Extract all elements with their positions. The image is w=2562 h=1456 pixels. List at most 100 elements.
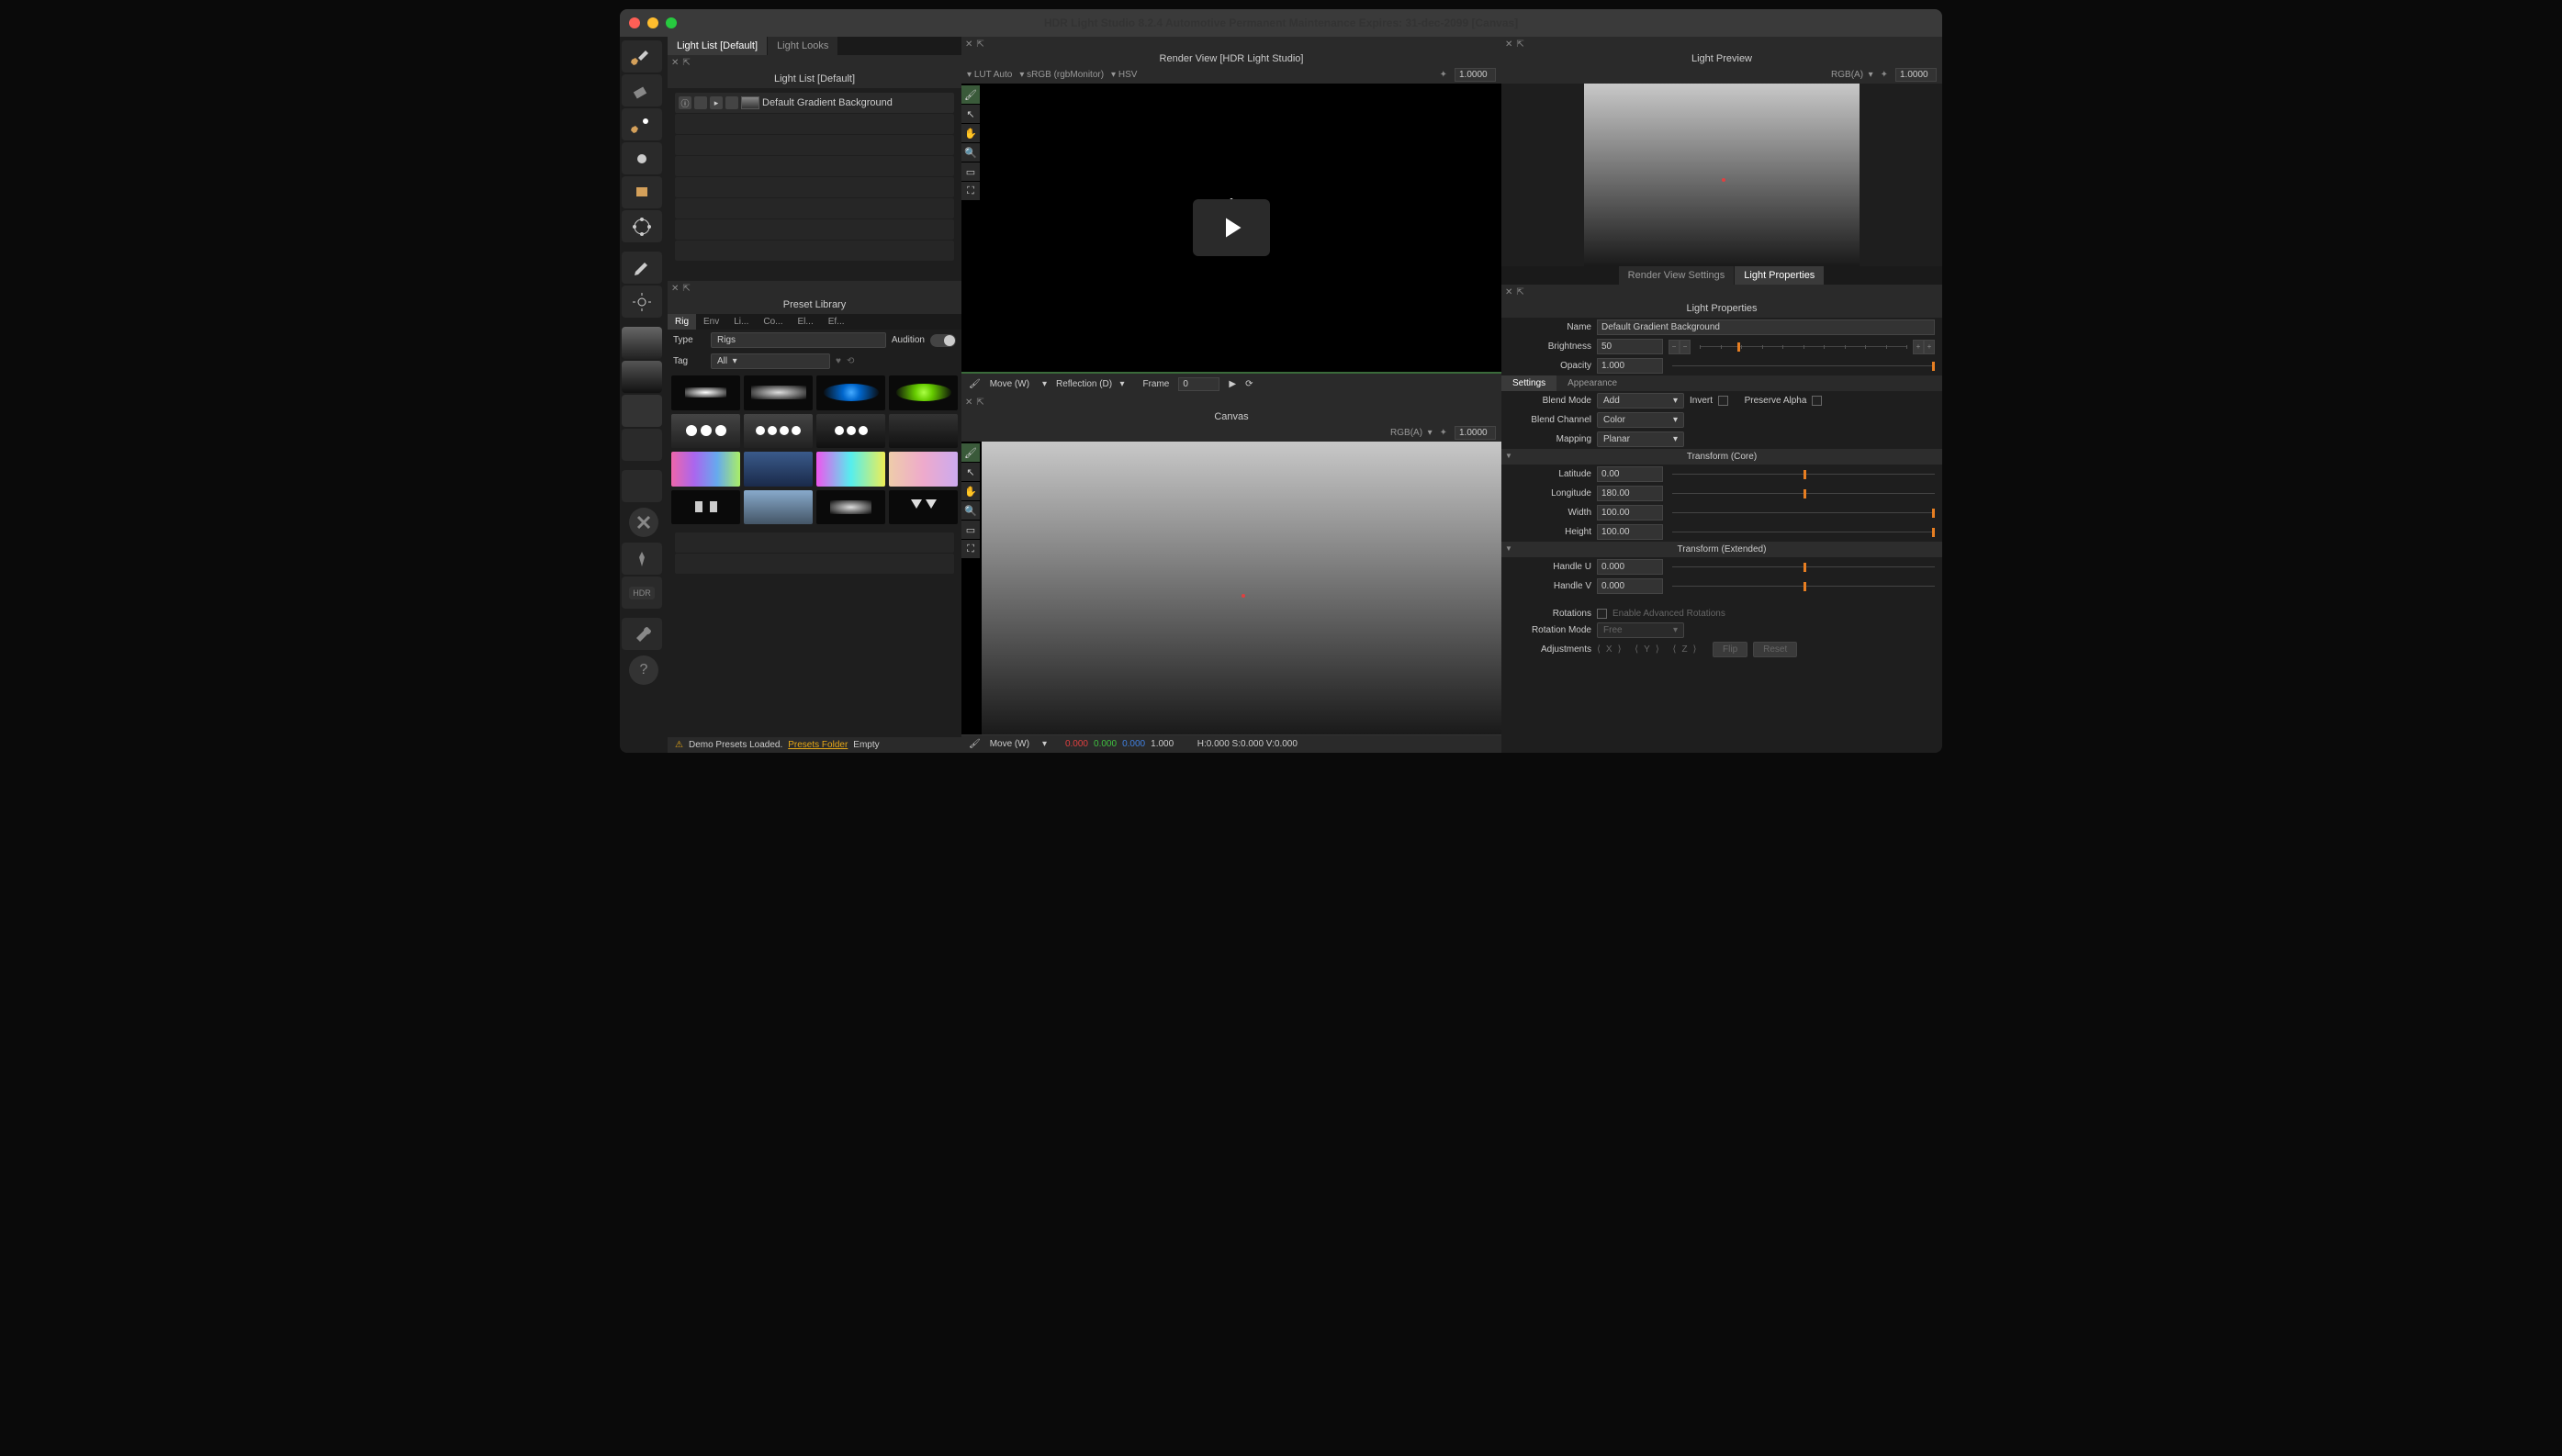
transform-tool[interactable] bbox=[622, 210, 662, 242]
cursor-icon[interactable]: ↖ bbox=[961, 105, 980, 123]
adj-z-next[interactable]: ⟩ bbox=[1693, 644, 1697, 655]
width-slider[interactable] bbox=[1672, 508, 1935, 519]
blend-mode-dropdown[interactable]: Add▾ bbox=[1597, 393, 1684, 409]
preset-tab-rig[interactable]: Rig bbox=[668, 314, 696, 330]
empty-row[interactable] bbox=[675, 114, 954, 134]
hand-icon[interactable]: ✋ bbox=[961, 482, 980, 500]
canvas-exposure-input[interactable] bbox=[1455, 426, 1496, 440]
preset-item[interactable] bbox=[889, 375, 958, 410]
mapping-dropdown[interactable]: Planar▾ bbox=[1597, 431, 1684, 447]
preset-item[interactable] bbox=[816, 375, 885, 410]
move-light-tool[interactable] bbox=[622, 108, 662, 140]
clone-tool[interactable] bbox=[622, 142, 662, 174]
popout-icon[interactable]: ⇱ bbox=[1516, 287, 1523, 297]
preset-item[interactable] bbox=[671, 414, 740, 449]
section-transform-ext[interactable]: Transform (Extended) bbox=[1501, 542, 1942, 557]
hdr-badge[interactable]: HDR bbox=[622, 577, 662, 609]
empty-row[interactable] bbox=[675, 241, 954, 261]
height-slider[interactable] bbox=[1672, 527, 1935, 538]
move-mode-dropdown[interactable]: Move (W) ▾ bbox=[990, 739, 1047, 749]
empty-slot[interactable] bbox=[675, 532, 954, 553]
popout-icon[interactable]: ⇱ bbox=[682, 58, 690, 68]
thumb-4[interactable] bbox=[622, 429, 662, 461]
tab-light-properties[interactable]: Light Properties bbox=[1735, 266, 1825, 285]
close-icon[interactable]: ✕ bbox=[1505, 39, 1512, 50]
maximize-button[interactable] bbox=[666, 17, 677, 28]
brightness-plus2[interactable]: + bbox=[1924, 340, 1935, 354]
type-dropdown[interactable]: Rigs bbox=[711, 332, 886, 348]
adj-x-next[interactable]: ⟩ bbox=[1618, 644, 1622, 655]
zoom-icon[interactable]: 🔍 bbox=[961, 143, 980, 162]
preset-tab-env[interactable]: Env bbox=[696, 314, 726, 330]
preset-item[interactable] bbox=[671, 490, 740, 525]
preset-tab-co[interactable]: Co... bbox=[756, 314, 790, 330]
aperture-icon[interactable]: ✦ bbox=[1440, 70, 1447, 80]
info-icon[interactable]: ⓘ bbox=[679, 96, 691, 109]
box-icon[interactable] bbox=[725, 96, 738, 109]
preset-tab-li[interactable]: Li... bbox=[726, 314, 756, 330]
preset-item[interactable] bbox=[744, 414, 813, 449]
handle-v-slider[interactable] bbox=[1672, 581, 1935, 592]
rgba-dropdown[interactable]: RGB(A) ▾ bbox=[1390, 428, 1433, 438]
longitude-slider[interactable] bbox=[1672, 488, 1935, 499]
brush-tool[interactable] bbox=[622, 40, 662, 73]
sync-icon[interactable]: ⟲ bbox=[847, 356, 854, 366]
delete-tool[interactable] bbox=[629, 508, 658, 537]
tag-dropdown[interactable]: All ▾ bbox=[711, 353, 830, 369]
preset-item[interactable] bbox=[816, 452, 885, 487]
sub-tab-settings[interactable]: Settings bbox=[1501, 375, 1556, 391]
lut-dropdown[interactable]: ▾ LUT Auto bbox=[967, 70, 1012, 80]
light-list-item[interactable]: ⓘ ▸ Default Gradient Background bbox=[675, 93, 954, 113]
play-icon[interactable]: ▶ bbox=[1229, 379, 1236, 389]
close-icon[interactable]: ✕ bbox=[671, 58, 679, 68]
close-icon[interactable]: ✕ bbox=[671, 284, 679, 294]
empty-slot[interactable] bbox=[675, 554, 954, 574]
brush-icon[interactable]: 🖌 bbox=[961, 85, 980, 104]
brightness-plus[interactable]: + bbox=[1913, 340, 1924, 354]
add-tool[interactable] bbox=[622, 470, 662, 502]
reset-button[interactable]: Reset bbox=[1753, 642, 1797, 657]
adj-z-prev[interactable]: ⟨ bbox=[1673, 644, 1677, 655]
section-transform-core[interactable]: Transform (Core) bbox=[1501, 449, 1942, 465]
hsv-dropdown[interactable]: ▾ HSV bbox=[1111, 70, 1137, 80]
fit-icon[interactable]: ⛶ bbox=[961, 540, 980, 558]
preset-item[interactable] bbox=[889, 414, 958, 449]
preset-item[interactable] bbox=[744, 490, 813, 525]
longitude-input[interactable] bbox=[1597, 486, 1663, 501]
hand-icon[interactable]: ✋ bbox=[961, 124, 980, 142]
preset-item[interactable] bbox=[889, 452, 958, 487]
empty-row[interactable] bbox=[675, 198, 954, 218]
brightness-input[interactable] bbox=[1597, 339, 1663, 354]
opacity-input[interactable] bbox=[1597, 358, 1663, 374]
brush-icon[interactable]: 🖌 bbox=[961, 443, 980, 462]
brightness-slider[interactable] bbox=[1700, 342, 1907, 353]
latitude-slider[interactable] bbox=[1672, 469, 1935, 480]
play-icon[interactable]: ▸ bbox=[710, 96, 723, 109]
refresh-icon[interactable]: ⟳ bbox=[1245, 379, 1253, 389]
tab-light-looks[interactable]: Light Looks bbox=[768, 37, 838, 55]
empty-row[interactable] bbox=[675, 156, 954, 176]
popout-icon[interactable]: ⇱ bbox=[682, 284, 690, 294]
sub-tab-appearance[interactable]: Appearance bbox=[1556, 375, 1628, 391]
close-icon[interactable]: ✕ bbox=[1505, 287, 1512, 297]
eraser-tool[interactable] bbox=[622, 74, 662, 106]
move-mode-dropdown[interactable]: Move (W) ▾ bbox=[990, 379, 1047, 389]
brightness-down[interactable]: − bbox=[1669, 340, 1680, 354]
srgb-dropdown[interactable]: ▾ sRGB (rgbMonitor) bbox=[1019, 70, 1104, 80]
rotation-mode-dropdown[interactable]: Free▾ bbox=[1597, 622, 1684, 638]
preset-item[interactable] bbox=[889, 490, 958, 525]
popout-icon[interactable]: ⇱ bbox=[976, 39, 983, 50]
handle-u-slider[interactable] bbox=[1672, 562, 1935, 573]
preset-item[interactable] bbox=[816, 490, 885, 525]
thumb-3[interactable] bbox=[622, 395, 662, 427]
preserve-alpha-checkbox[interactable] bbox=[1812, 396, 1822, 406]
invert-checkbox[interactable] bbox=[1718, 396, 1728, 406]
close-button[interactable] bbox=[629, 17, 640, 28]
empty-row[interactable] bbox=[675, 177, 954, 197]
aperture-icon[interactable]: ✦ bbox=[1881, 70, 1888, 80]
wrench-tool[interactable] bbox=[622, 618, 662, 650]
play-button[interactable] bbox=[1193, 199, 1270, 256]
tab-light-list[interactable]: Light List [Default] bbox=[668, 37, 768, 55]
adj-y-prev[interactable]: ⟨ bbox=[1635, 644, 1638, 655]
blend-channel-dropdown[interactable]: Color▾ bbox=[1597, 412, 1684, 428]
